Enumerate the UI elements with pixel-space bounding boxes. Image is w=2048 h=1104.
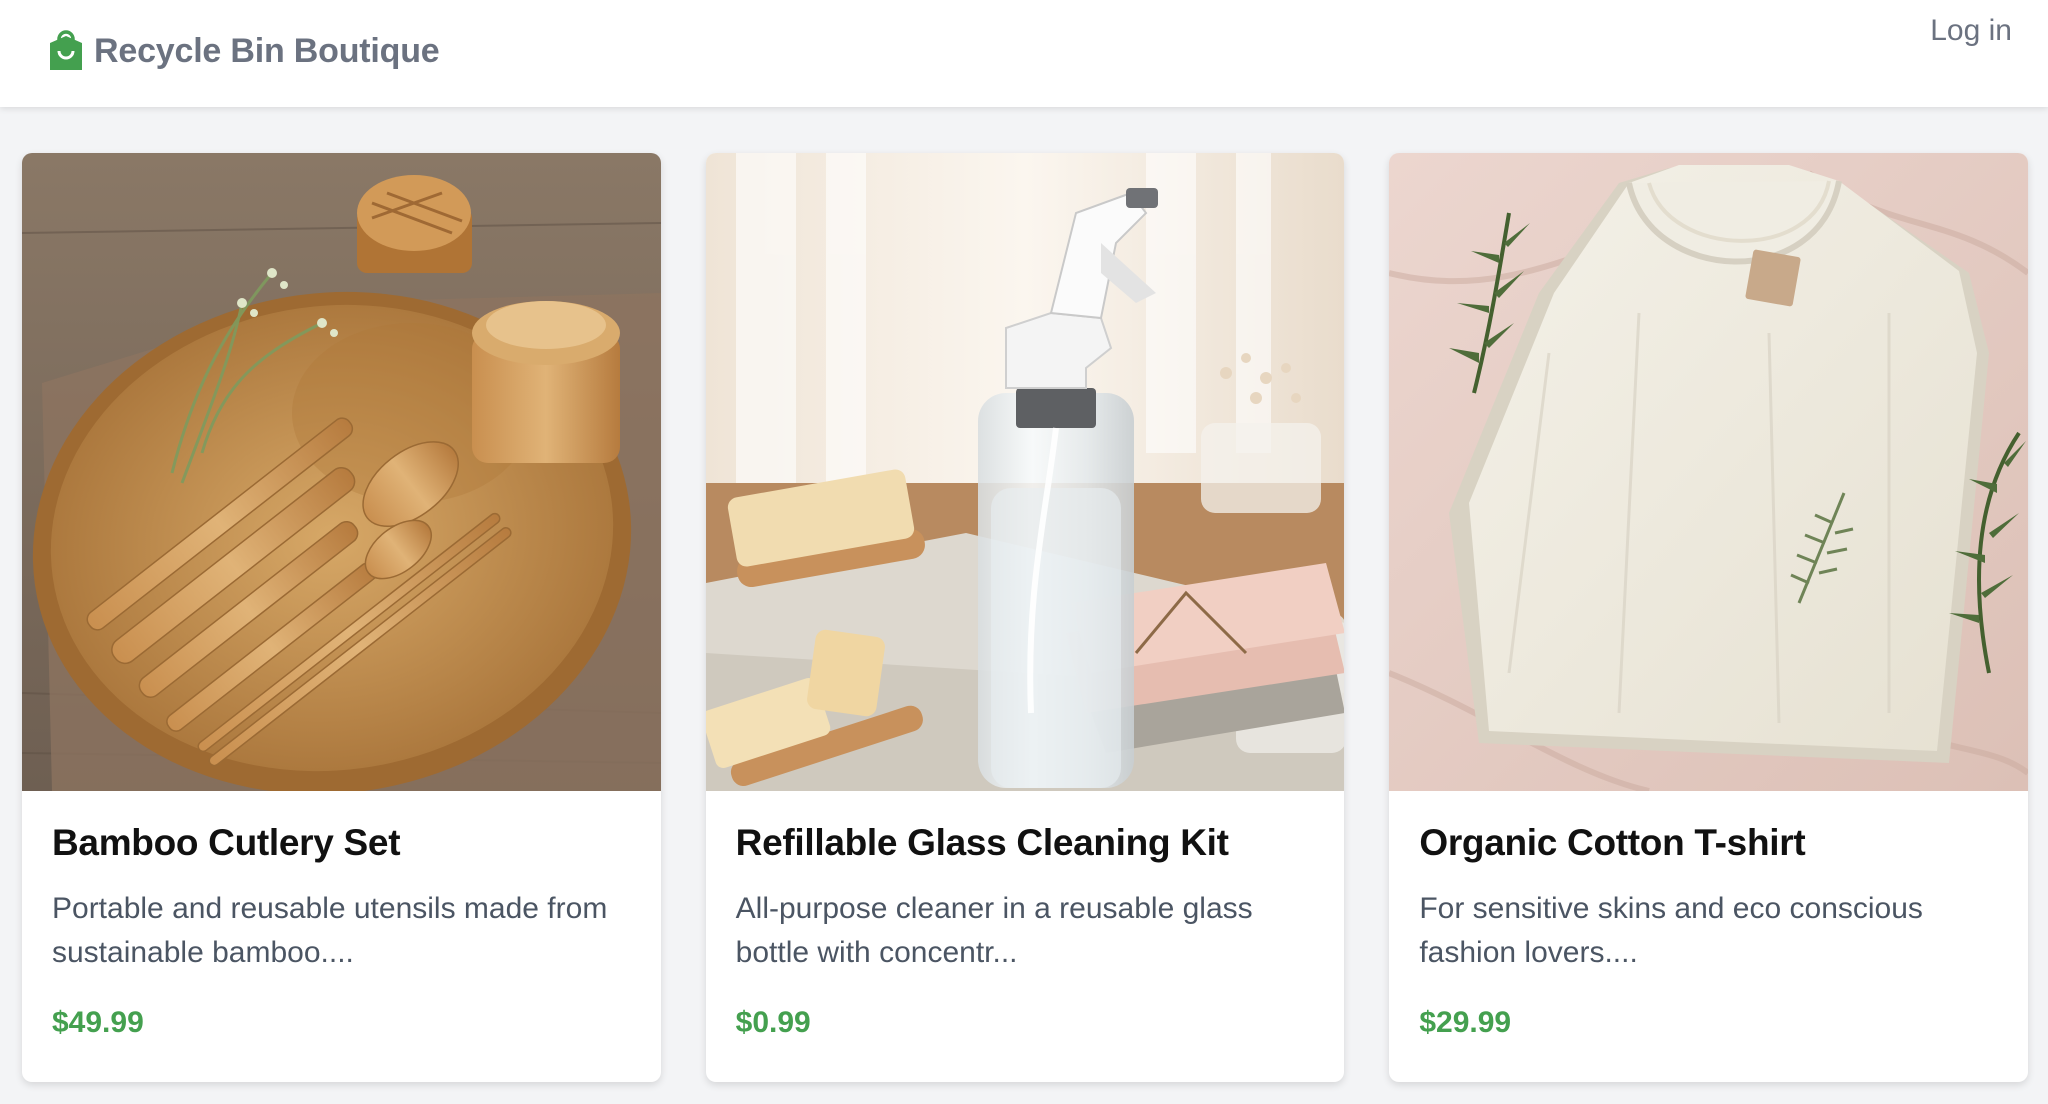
product-description: Portable and reusable utensils made from… — [52, 892, 608, 969]
product-price: $0.99 — [735, 1006, 811, 1039]
cotton-tshirt-photo — [1389, 153, 2029, 791]
card-body: Organic Cotton T-shirt For sensitive ski… — [1389, 791, 2028, 1041]
product-card[interactable]: Bamboo Cutlery Set Portable and reusable… — [22, 153, 661, 1082]
product-title: Refillable Glass Cleaning Kit — [735, 822, 1229, 863]
product-card[interactable]: Organic Cotton T-shirt For sensitive ski… — [1389, 153, 2029, 1082]
product-price: $49.99 — [52, 1006, 144, 1039]
bamboo-cutlery-photo — [22, 153, 661, 791]
product-description: For sensitive skins and eco conscious fa… — [1419, 892, 1923, 969]
product-price: $29.99 — [1419, 1006, 1512, 1039]
brand-home-link[interactable]: Recycle Bin Boutique — [48, 30, 440, 72]
product-description: All-purpose cleaner in a reusable glass … — [735, 892, 1253, 969]
glass-cleaning-kit-photo — [705, 153, 1345, 791]
brand-name: Recycle Bin Boutique — [94, 32, 440, 70]
card-body: Refillable Glass Cleaning Kit All-purpos… — [706, 791, 1345, 1041]
product-grid: Bamboo Cutlery Set Portable and reusable… — [22, 153, 2029, 1082]
card-body: Bamboo Cutlery Set Portable and reusable… — [22, 791, 661, 1041]
product-title: Bamboo Cutlery Set — [52, 822, 401, 863]
site-header: Recycle Bin Boutique Log in — [0, 0, 2048, 107]
product-card[interactable]: Refillable Glass Cleaning Kit All-purpos… — [705, 153, 1345, 1082]
product-title: Organic Cotton T-shirt — [1419, 822, 1806, 863]
shopping-bag-icon — [50, 30, 82, 70]
login-link[interactable]: Log in — [1930, 12, 2012, 50]
